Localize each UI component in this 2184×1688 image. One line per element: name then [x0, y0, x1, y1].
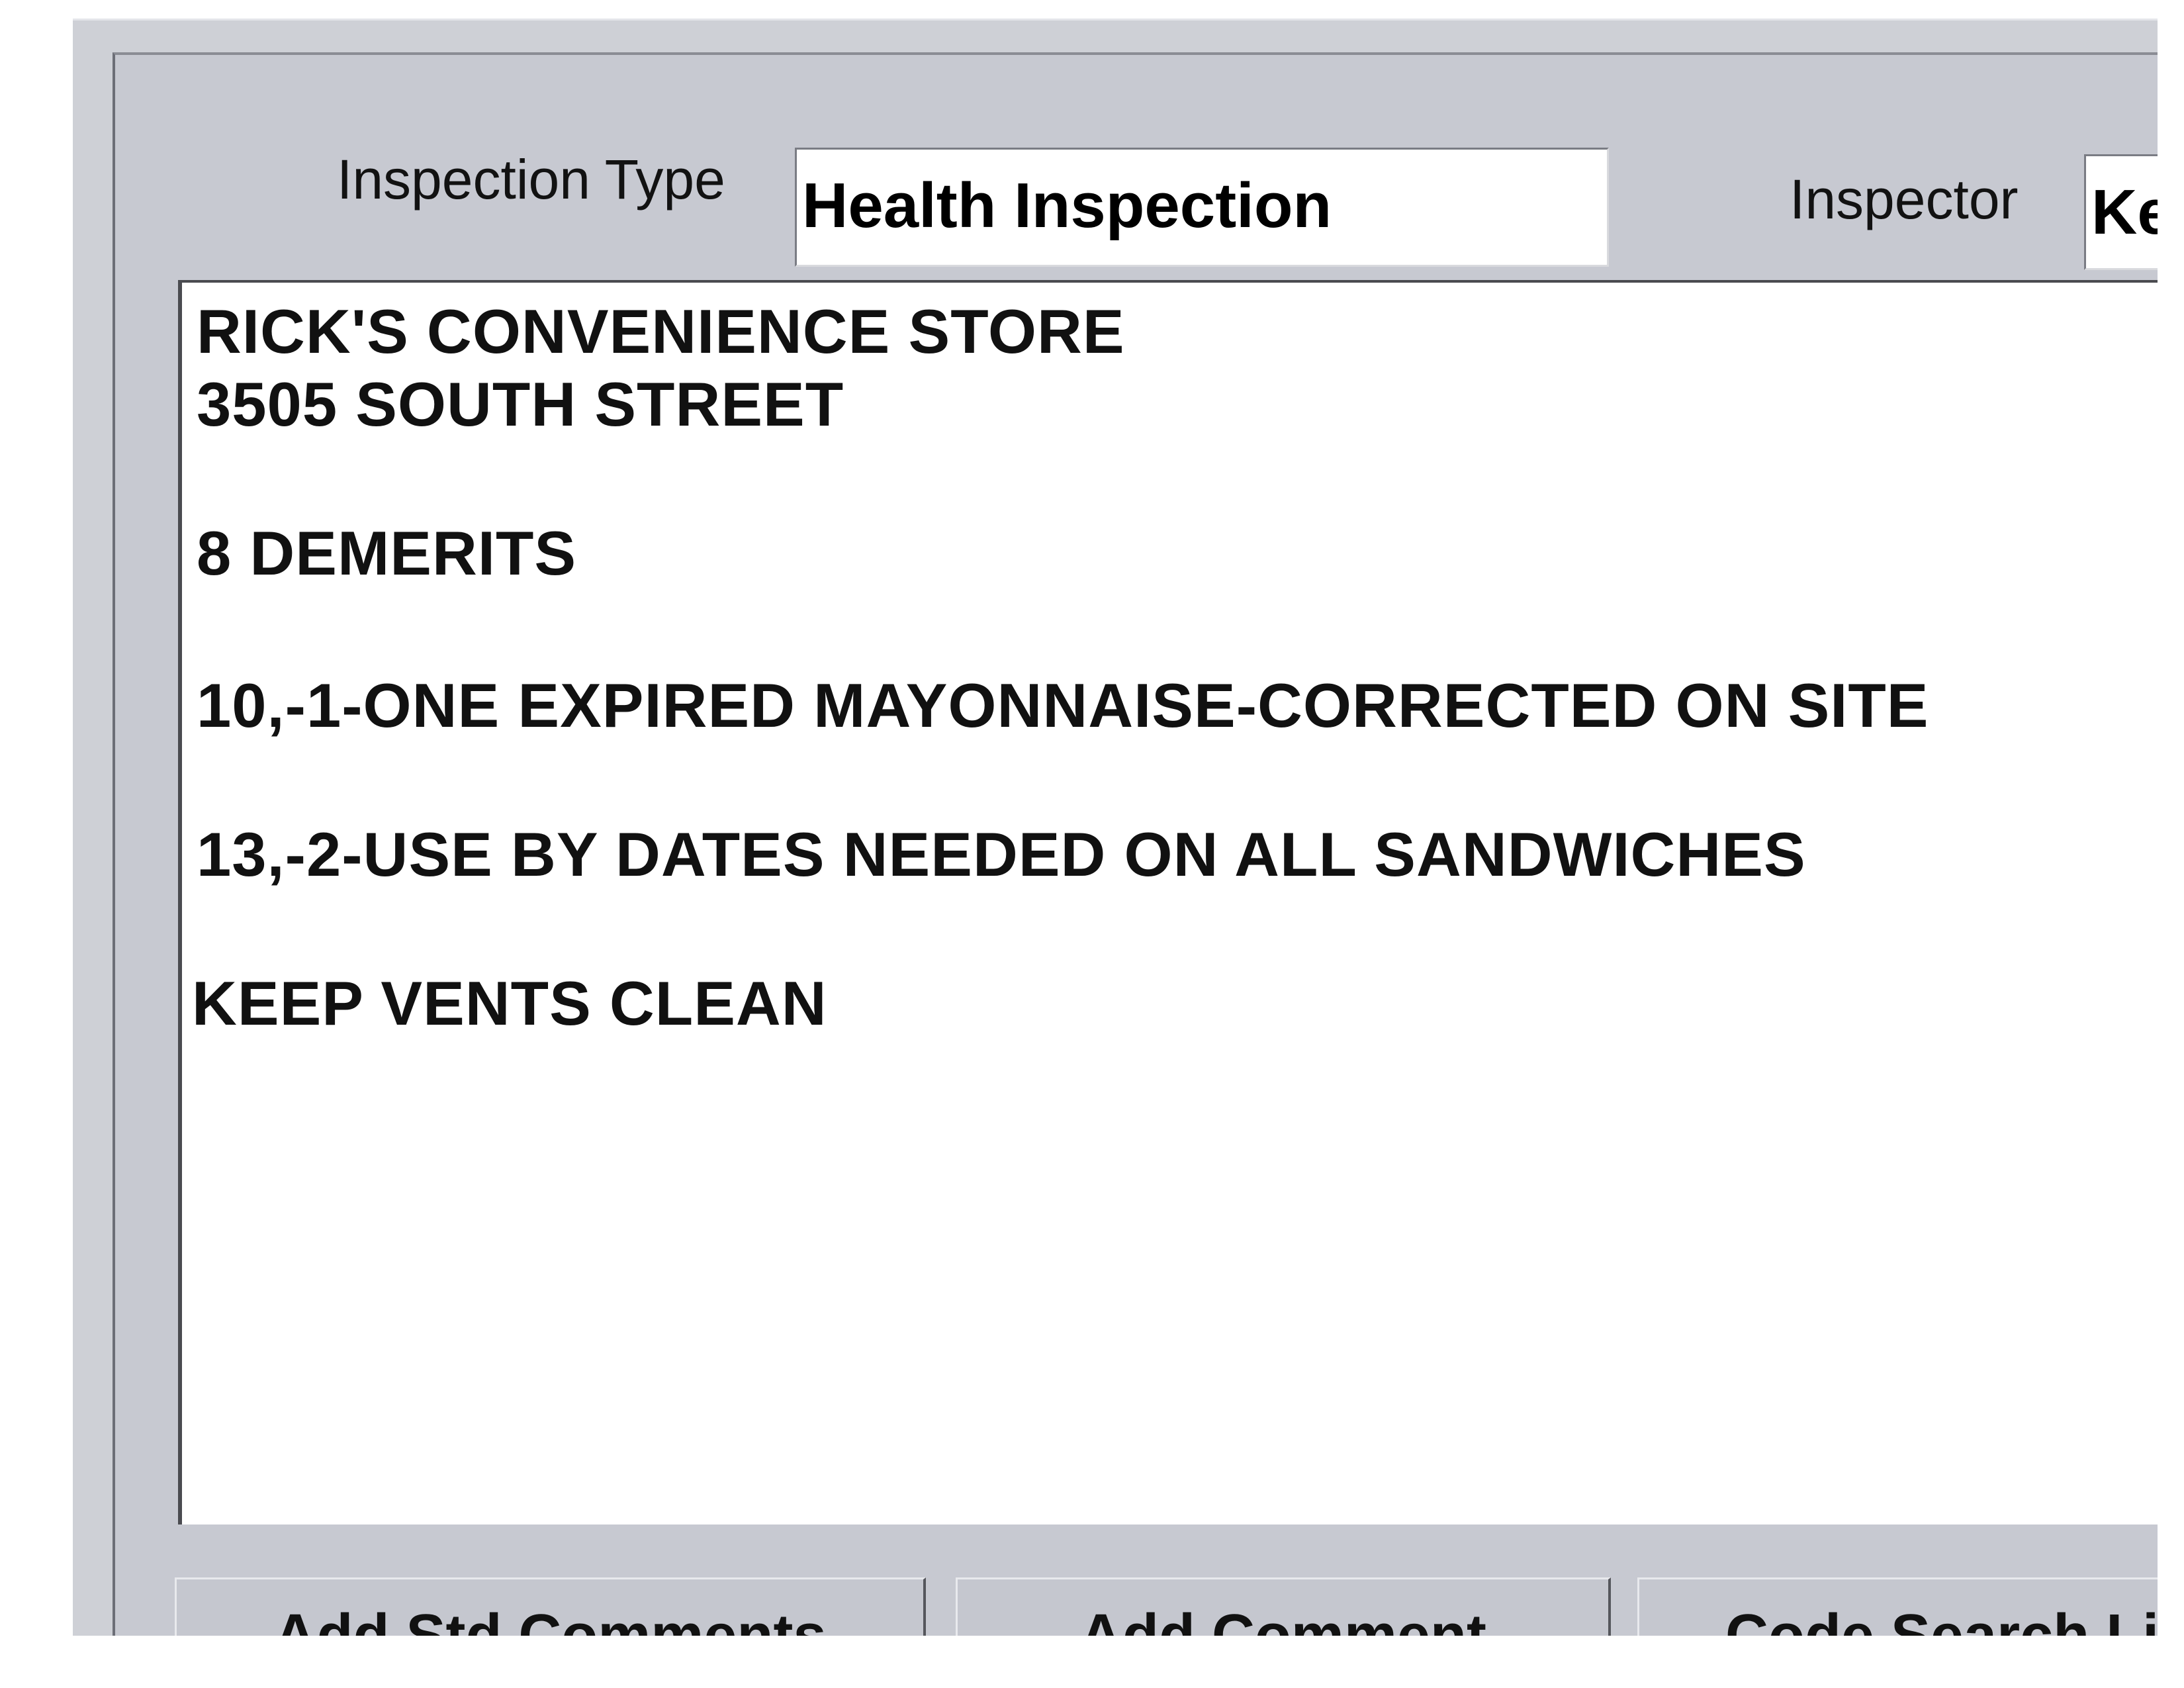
inspection-type-field[interactable]: Health Inspection — [795, 148, 1609, 267]
add-comment-mnemonic: A — [1079, 1603, 1122, 1636]
comment-line: RICK'S CONVENIENCE STORE — [197, 297, 1125, 366]
inspection-panel: Inspection Type Health Inspection Inspec… — [113, 52, 2158, 1636]
comment-line: 8 DEMERITS — [197, 518, 577, 588]
add-std-comments-label-post: td Comments — [445, 1603, 827, 1636]
code-search-list-button[interactable]: Code Search Li — [1637, 1577, 2158, 1636]
inspection-type-label: Inspection Type — [337, 148, 725, 211]
comment-line: 13,-2-USE BY DATES NEEDED ON ALL SANDWIC… — [197, 820, 1806, 889]
add-comment-button[interactable]: Add Comment — [956, 1577, 1611, 1636]
comment-line: 3505 SOUTH STREET — [197, 369, 844, 439]
comments-window: Inspection Type Health Inspection Inspec… — [73, 19, 2158, 1636]
add-std-comments-label-pre: Add — [273, 1603, 406, 1636]
comment-line: KEEP VENTS CLEAN — [192, 968, 827, 1038]
inspector-field[interactable]: Ke — [2084, 154, 2158, 270]
comment-text-area[interactable]: RICK'S CONVENIENCE STORE 3505 SOUTH STRE… — [178, 280, 2158, 1524]
add-comment-label-post: dd Comment — [1122, 1603, 1486, 1636]
code-search-label: Code Search Li — [1725, 1603, 2158, 1636]
add-std-comments-mnemonic: S — [406, 1603, 446, 1636]
comment-line: 10,-1-ONE EXPIRED MAYONNAISE-CORRECTED O… — [197, 671, 1929, 740]
inspector-label: Inspector — [1790, 168, 2019, 230]
add-std-comments-button[interactable]: Add Std Comments — [175, 1577, 926, 1636]
